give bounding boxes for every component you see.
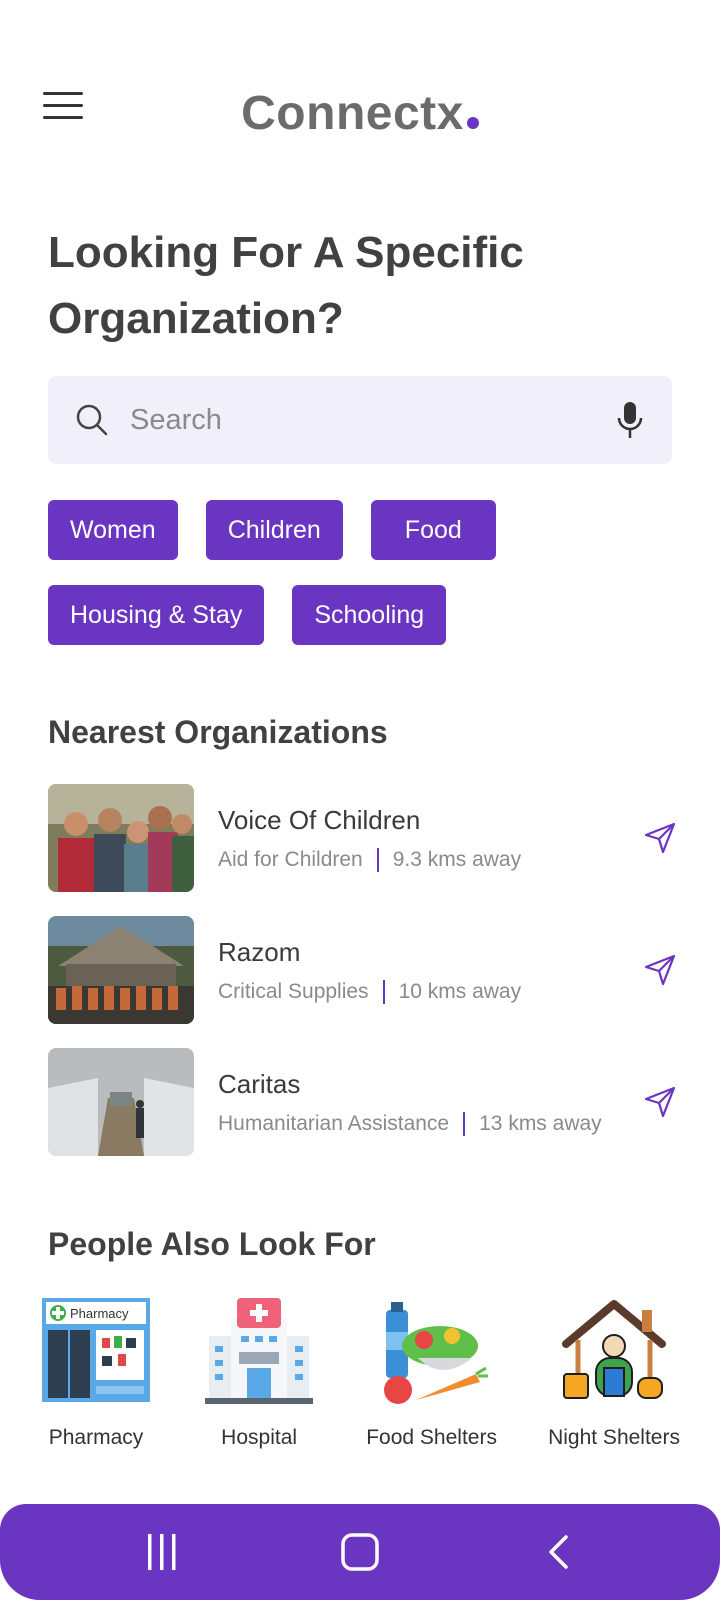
organization-distance: 13 kms away [479, 1111, 602, 1135]
microphone-icon[interactable] [614, 400, 646, 440]
category-label: Hospital [221, 1426, 298, 1449]
category-hospital[interactable]: Hospital [203, 1296, 315, 1450]
logo-text: Connectx [241, 87, 464, 140]
home-icon[interactable] [325, 1522, 395, 1582]
also-look-for-title: People Also Look For [48, 1226, 376, 1262]
system-nav-bar [0, 1504, 720, 1600]
category-label: Food Shelters [366, 1426, 497, 1449]
also-look-for-grid: Pharmacy Pharmacy Hospital Food Shelters… [40, 1296, 680, 1450]
navigate-icon[interactable] [642, 820, 678, 856]
recents-icon[interactable] [127, 1522, 197, 1582]
organization-category: Aid for Children [218, 847, 363, 871]
organization-info: Razom Critical Supplies 10 kms away [218, 937, 642, 1004]
food-shelter-icon [383, 1302, 488, 1404]
organization-distance: 9.3 kms away [392, 847, 522, 871]
list-item[interactable]: Razom Critical Supplies 10 kms away [48, 916, 678, 1024]
night-shelter-icon [562, 1300, 667, 1399]
organization-photo [48, 1048, 194, 1156]
nearest-organizations-title: Nearest Organizations [48, 714, 388, 750]
meta-divider [463, 1111, 466, 1136]
list-item[interactable]: Caritas Humanitarian Assistance 13 kms a… [48, 1048, 678, 1156]
navigate-icon[interactable] [642, 1084, 678, 1120]
meta-divider [382, 979, 385, 1004]
chip-housing-stay[interactable]: Housing & Stay [48, 585, 265, 645]
organization-name: Voice Of Children [218, 804, 421, 835]
category-chips: Women Children Food Housing & Stay Schoo… [48, 500, 688, 670]
chip-children[interactable]: Children [205, 500, 343, 560]
organization-category: Humanitarian Assistance [218, 1111, 450, 1135]
organization-name: Razom [218, 936, 301, 967]
category-night-shelters[interactable]: Night Shelters [548, 1296, 680, 1450]
organization-meta: Aid for Children 9.3 kms away [218, 847, 642, 872]
category-pharmacy[interactable]: Pharmacy Pharmacy [40, 1296, 152, 1450]
organization-info: Caritas Humanitarian Assistance 13 kms a… [218, 1069, 642, 1136]
search-icon [74, 402, 110, 438]
organization-photo [48, 784, 194, 892]
organization-info: Voice Of Children Aid for Children 9.3 k… [218, 805, 642, 872]
organization-meta: Critical Supplies 10 kms away [218, 979, 642, 1004]
meta-divider [376, 847, 379, 872]
organization-category: Critical Supplies [218, 979, 369, 1003]
organization-meta: Humanitarian Assistance 13 kms away [218, 1111, 642, 1136]
page-title: Looking For A Specific Organization? [48, 228, 524, 343]
organization-distance: 10 kms away [398, 979, 522, 1003]
navigate-icon[interactable] [642, 952, 678, 988]
search-bar [48, 376, 672, 464]
organization-list: Voice Of Children Aid for Children 9.3 k… [48, 784, 678, 1180]
logo-dot [466, 117, 479, 129]
category-label: Pharmacy [48, 1426, 144, 1449]
app-logo: Connectx [0, 86, 720, 141]
search-input[interactable] [130, 403, 614, 437]
chip-women[interactable]: Women [48, 500, 178, 560]
organization-photo [48, 916, 194, 1024]
chip-food[interactable]: Food [370, 500, 496, 560]
hospital-icon [205, 1298, 314, 1404]
pharmacy-sign-text: Pharmacy [70, 1306, 129, 1321]
chip-schooling[interactable]: Schooling [292, 585, 447, 645]
list-item[interactable]: Voice Of Children Aid for Children 9.3 k… [48, 784, 678, 892]
back-icon[interactable] [523, 1522, 593, 1582]
organization-name: Caritas [218, 1068, 301, 1099]
pharmacy-icon: Pharmacy [42, 1298, 150, 1402]
category-label: Night Shelters [548, 1426, 680, 1449]
category-food-shelters[interactable]: Food Shelters [366, 1296, 497, 1450]
